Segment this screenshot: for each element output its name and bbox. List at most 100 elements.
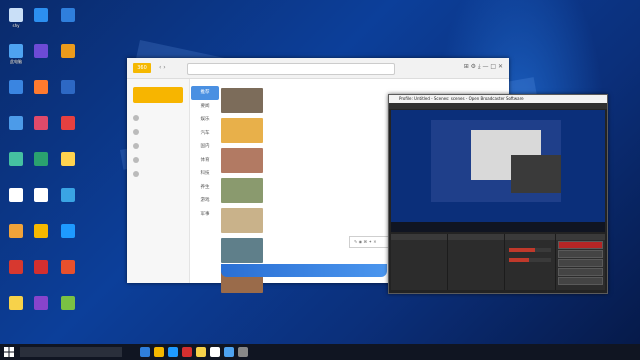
app-icon <box>61 44 75 58</box>
app-icon <box>34 8 48 22</box>
start-streaming-button[interactable] <box>558 250 603 258</box>
desktop-icon[interactable] <box>30 224 52 239</box>
app-icon <box>9 80 23 94</box>
news-item[interactable] <box>221 116 387 145</box>
app-icon <box>61 8 75 22</box>
category-tab[interactable]: 推荐 <box>191 86 219 100</box>
obs-menu-bar[interactable] <box>389 103 607 109</box>
feed-banner[interactable] <box>221 264 387 277</box>
sidebar-item[interactable] <box>127 111 189 125</box>
desktop-icon[interactable]: shy <box>5 8 27 28</box>
audio-meter <box>509 248 551 262</box>
app-icon <box>9 296 23 310</box>
browser-tools-icons[interactable]: ⊞ ⚙ ⤓ — □ ✕ <box>464 63 503 71</box>
news-item[interactable] <box>221 176 387 205</box>
app-icon <box>9 188 23 202</box>
start-recording-button[interactable] <box>558 241 603 249</box>
app-icon <box>9 116 23 130</box>
desktop-icon[interactable] <box>30 44 52 59</box>
taskbar-app-icon[interactable] <box>182 347 192 357</box>
browser-sidebar <box>127 79 190 283</box>
taskbar-search[interactable] <box>20 347 122 357</box>
desktop-icon[interactable]: 此电脑 <box>5 44 27 64</box>
category-tab[interactable]: 娱乐 <box>191 113 219 127</box>
desktop-icon[interactable] <box>57 188 79 203</box>
desktop-icon[interactable] <box>57 260 79 275</box>
controls-dock <box>556 234 605 290</box>
category-tab[interactable]: 国内 <box>191 140 219 154</box>
category-tab[interactable]: 游戏 <box>191 194 219 208</box>
studio-mode-button[interactable] <box>558 259 603 267</box>
windows-start-icon[interactable] <box>4 347 14 357</box>
obs-title-bar: Profile: Untitled - Scenes: scenes - Ope… <box>389 95 607 103</box>
category-tab[interactable]: 养生 <box>191 181 219 195</box>
desktop-icon[interactable] <box>30 296 52 311</box>
news-item[interactable] <box>221 146 387 175</box>
category-tab[interactable]: 军事 <box>191 208 219 222</box>
address-bar[interactable] <box>187 63 395 75</box>
app-icon <box>34 116 48 130</box>
app-icon <box>34 188 48 202</box>
desktop-icon[interactable] <box>57 296 79 311</box>
desktop-icon-label: 此电脑 <box>10 59 22 64</box>
desktop-icon[interactable] <box>5 224 27 239</box>
taskbar-app-icon[interactable] <box>168 347 178 357</box>
desktop-icon[interactable] <box>5 296 27 311</box>
app-icon <box>61 188 75 202</box>
nav-arrows[interactable]: ‹ › <box>159 64 166 71</box>
taskbar-app-icon[interactable] <box>224 347 234 357</box>
category-tab[interactable]: 要闻 <box>191 100 219 114</box>
browser-logo: 360 <box>133 63 151 73</box>
news-thumbnail <box>221 178 263 203</box>
desktop-icon[interactable] <box>57 152 79 167</box>
app-icon <box>34 224 48 238</box>
taskbar <box>0 344 640 360</box>
app-icon <box>61 224 75 238</box>
taskbar-app-icon[interactable] <box>210 347 220 357</box>
desktop-icon[interactable] <box>5 260 27 275</box>
desktop-icon[interactable] <box>57 8 79 23</box>
obs-status-bar <box>391 287 605 293</box>
app-icon <box>34 80 48 94</box>
desktop-icon[interactable] <box>5 80 27 95</box>
settings-button[interactable] <box>558 268 603 276</box>
desktop-icon[interactable] <box>5 152 27 167</box>
exit-button[interactable] <box>558 277 603 285</box>
desktop-icon[interactable] <box>57 80 79 95</box>
desktop-icon[interactable] <box>30 80 52 95</box>
category-tab[interactable]: 汽车 <box>191 127 219 141</box>
desktop-icon[interactable] <box>30 152 52 167</box>
sidebar-brand <box>133 87 183 103</box>
desktop-icon[interactable] <box>30 188 52 203</box>
desktop-icon[interactable] <box>57 44 79 59</box>
sources-dock <box>448 234 505 290</box>
desktop-icon[interactable] <box>30 260 52 275</box>
category-tab[interactable]: 科技 <box>191 167 219 181</box>
taskbar-app-icon[interactable] <box>140 347 150 357</box>
app-icon <box>9 260 23 274</box>
category-tab[interactable]: 体育 <box>191 154 219 168</box>
desktop-icon[interactable] <box>30 116 52 131</box>
app-icon <box>9 224 23 238</box>
taskbar-app-icon[interactable] <box>154 347 164 357</box>
category-list: 推荐 要闻 娱乐 汽车 国内 体育 科技 养生 游戏 军事 <box>191 86 219 221</box>
sidebar-item[interactable] <box>127 139 189 153</box>
app-icon <box>34 260 48 274</box>
sidebar-item[interactable] <box>127 125 189 139</box>
app-icon <box>61 296 75 310</box>
app-icon <box>61 152 75 166</box>
desktop-icon[interactable] <box>57 116 79 131</box>
obs-window: Profile: Untitled - Scenes: scenes - Ope… <box>388 94 608 294</box>
taskbar-app-icon[interactable] <box>196 347 206 357</box>
obs-preview <box>391 110 605 232</box>
taskbar-app-icon[interactable] <box>238 347 248 357</box>
sidebar-item[interactable] <box>127 167 189 181</box>
sidebar-item[interactable] <box>127 153 189 167</box>
app-icon <box>34 152 48 166</box>
news-item[interactable] <box>221 86 387 115</box>
desktop-icon[interactable] <box>5 188 27 203</box>
desktop-icon[interactable] <box>5 116 27 131</box>
news-item[interactable] <box>221 206 387 235</box>
desktop-icon[interactable] <box>57 224 79 239</box>
desktop-icon[interactable] <box>30 8 52 23</box>
